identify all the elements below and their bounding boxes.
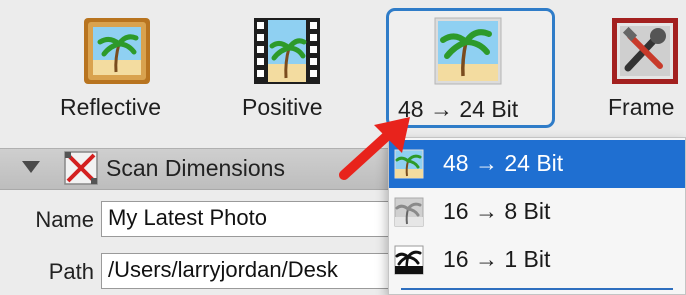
red-pointer-arrow-icon	[339, 117, 410, 180]
tools-frame-icon	[612, 18, 678, 84]
section-title: Scan Dimensions	[106, 155, 285, 181]
color-depth-photo-icon	[434, 17, 502, 85]
menu-item-label: 16 → 1 Bit	[443, 246, 551, 272]
name-label: Name	[35, 207, 94, 232]
menu-item-label: 16 → 8 Bit	[443, 198, 551, 224]
crop-frame-icon	[64, 151, 98, 185]
black-white-photo-icon	[394, 245, 424, 275]
menu-item-16-8-bit[interactable]: 16 → 8 Bit	[389, 188, 685, 236]
menu-item-48-24-bit[interactable]: 48 → 24 Bit	[389, 140, 685, 188]
menu-separator	[401, 288, 673, 290]
disclosure-triangle-icon[interactable]	[22, 161, 40, 173]
color-depth-menu: 48 → 24 Bit 16 → 8 Bit 16 → 1 Bit	[388, 137, 686, 295]
menu-item-label: 48 → 24 Bit	[443, 150, 564, 176]
grayscale-photo-icon	[394, 197, 424, 227]
path-field[interactable]: /Users/larryjordan/Desk	[101, 253, 401, 289]
menu-item-16-1-bit[interactable]: 16 → 1 Bit	[389, 236, 685, 284]
tool-frame[interactable]: Frame	[590, 0, 686, 136]
name-field[interactable]: My Latest Photo	[101, 201, 401, 237]
path-label: Path	[48, 259, 94, 284]
tool-frame-label: Frame	[608, 94, 675, 120]
